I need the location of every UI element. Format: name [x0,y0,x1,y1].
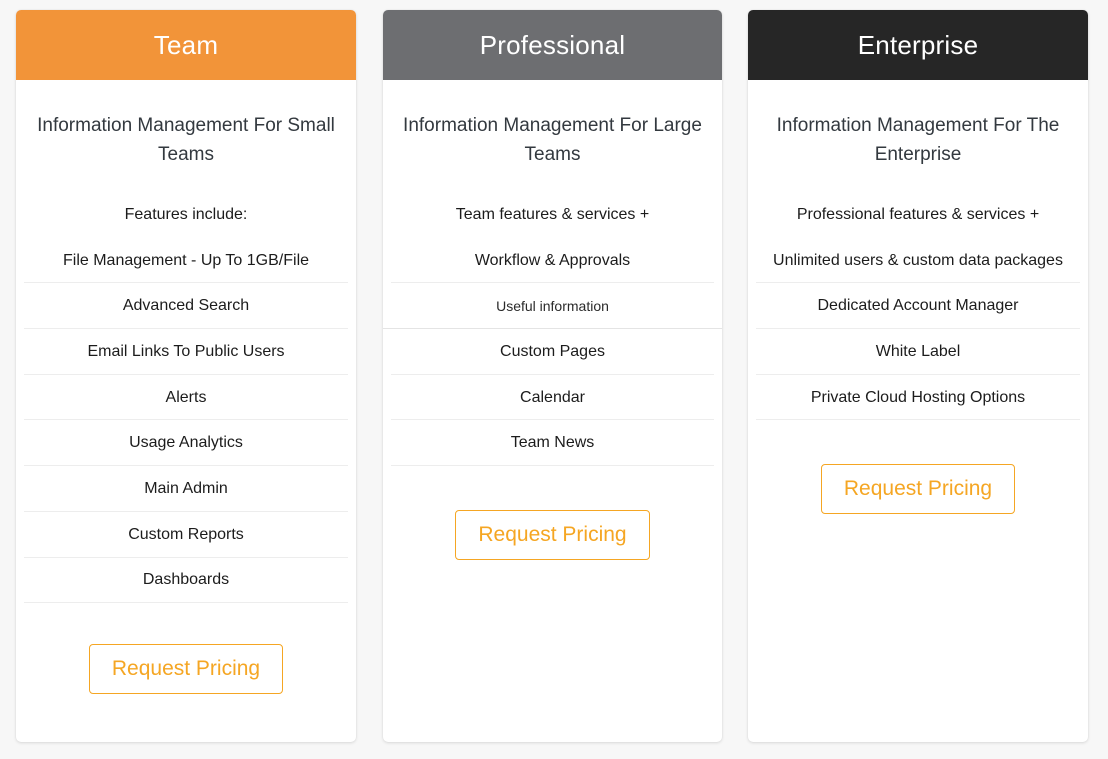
feature-lead-row: Team features & services + [455,205,650,223]
feature-row: Unlimited users & custom data packages [748,238,1088,284]
plan-header-enterprise: Enterprise [748,10,1088,80]
feature-list: Professional features & services + Unlimi… [748,192,1088,421]
feature-row: White Label [748,329,1088,375]
plan-body: Information Management For Large Teams Te… [383,80,722,561]
feature-row: Main Admin [16,466,356,512]
request-pricing-button[interactable]: Request Pricing [820,464,1016,515]
feature-row: Team News [383,420,722,466]
feature-row: Workflow & Approvals [383,238,722,284]
feature-row: Dashboards [16,558,356,604]
plan-header-professional: Professional [383,10,722,80]
feature-list: Team features & services + Workflow & App… [383,192,722,466]
feature-list: Features include: File Management - Up To… [16,192,356,603]
feature-row: Calendar [383,375,722,421]
feature-row: Alerts [16,375,356,421]
pricing-plans-board: Team Information Management For Small Tea… [0,0,1108,759]
plan-tagline: Information Management For Small Teams [37,115,335,165]
plan-card-professional: Professional Information Management For L… [383,10,722,742]
plan-title: Enterprise [857,30,979,60]
feature-row: Dedicated Account Manager [748,283,1088,329]
request-pricing-button[interactable]: Request Pricing [455,510,650,561]
plan-body: Information Management For Small Teams Fe… [16,80,356,695]
request-pricing-button[interactable]: Request Pricing [88,644,284,695]
feature-row: Usage Analytics [16,420,356,466]
plan-tagline: Information Management For The Enterpris… [776,115,1060,165]
cta-container: Request Pricing [383,510,722,561]
feature-lead-row: Features include: [124,205,248,223]
feature-row: Useful information [383,283,722,329]
feature-row: Private Cloud Hosting Options [748,375,1088,421]
feature-lead-row: Professional features & services + [796,205,1040,223]
plan-title: Professional [479,30,626,60]
plan-card-enterprise: Enterprise Information Management For The… [748,10,1088,742]
feature-row: Advanced Search [16,283,356,329]
plan-header-team: Team [16,10,356,80]
cta-container: Request Pricing [748,464,1088,515]
plan-tagline: Information Management For Large Teams [403,115,702,165]
plan-title: Team [153,30,219,60]
plan-card-team: Team Information Management For Small Tea… [16,10,356,742]
feature-row: Email Links To Public Users [16,329,356,375]
feature-row: Custom Reports [16,512,356,558]
plan-body: Information Management For The Enterpris… [748,80,1088,515]
feature-row: Custom Pages [383,329,722,375]
feature-row: File Management - Up To 1GB/File [16,238,356,284]
cta-container: Request Pricing [16,644,356,695]
